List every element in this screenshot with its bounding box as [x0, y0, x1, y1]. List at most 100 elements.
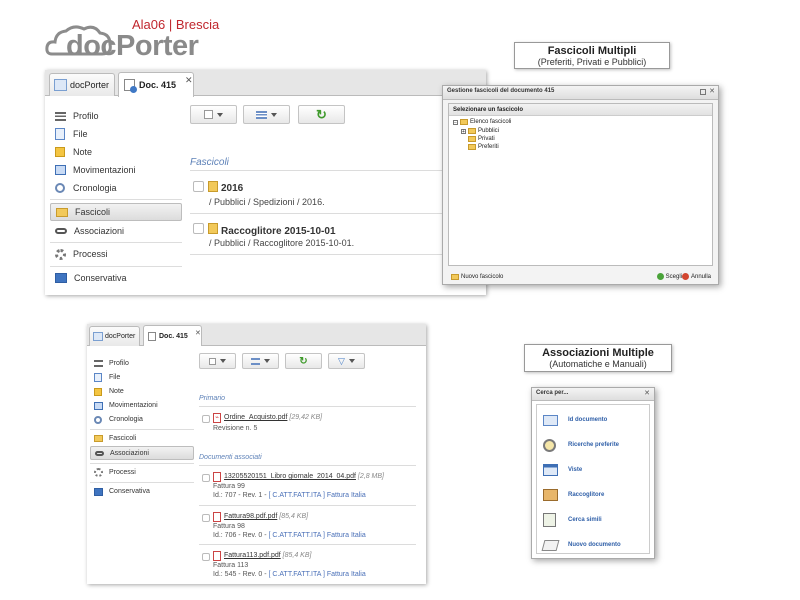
tab-docporter[interactable]: docPorter: [89, 326, 140, 346]
caption-subtitle: (Automatiche e Manuali): [549, 359, 647, 369]
associated-file-link[interactable]: Fattura98.pdf.pdf [85,4 KB]: [224, 513, 308, 520]
dialog-header: Selezionare un fascicolo: [449, 104, 712, 116]
refresh-icon: ↻: [299, 355, 308, 367]
checkbox-icon: [209, 357, 216, 365]
associated-file-link[interactable]: Fattura113.pdf.pdf [85,4 KB]: [224, 552, 311, 559]
sidebar-item-note[interactable]: Note: [90, 385, 194, 398]
sidebar-item-file[interactable]: File: [50, 126, 182, 142]
sidebar-item-cronologia[interactable]: Cronologia: [50, 180, 182, 196]
cerca-item-nuovo-documento[interactable]: Nuovo documento: [537, 536, 649, 554]
classification-link[interactable]: [ C.ATT.FATT.ITA ] Fattura Italia: [269, 492, 366, 499]
tree-root[interactable]: − Elenco fascicoli: [453, 119, 511, 125]
file-name[interactable]: Fattura98.pdf.pdf: [224, 513, 277, 520]
file-name[interactable]: 13205520151_Libro giornale_2014_04.pdf: [224, 473, 356, 480]
sidebar-item-note[interactable]: Note: [50, 144, 182, 160]
tree-node-pubblici[interactable]: + Pubblici: [461, 128, 499, 134]
sidebar-item-note-label: Note: [73, 147, 93, 157]
cancel-label: Annulla: [690, 273, 711, 280]
folder-icon: [468, 136, 476, 142]
sidebar-item-associazioni[interactable]: Associazioni: [90, 446, 194, 460]
sidebar-item-fascicoli[interactable]: Fascicoli: [50, 203, 182, 221]
filter-dropdown-button[interactable]: ▽: [328, 353, 365, 369]
sidebar-item-profilo[interactable]: Profilo: [90, 357, 194, 370]
maximize-icon[interactable]: [700, 89, 706, 95]
chevron-down-icon: [220, 359, 226, 363]
sidebar-item-movimentazioni[interactable]: Movimentazioni: [50, 162, 182, 178]
sidebar-item-file[interactable]: File: [90, 371, 194, 384]
tree-node-privati[interactable]: Privati: [468, 136, 495, 142]
sidebar-item-conservativa[interactable]: Conservativa: [90, 485, 194, 498]
dialog-panel: Selezionare un fascicolo − Elenco fascic…: [448, 103, 713, 266]
list-menu-button[interactable]: [242, 353, 279, 369]
tab-doc-415-label: Doc. 415: [139, 80, 177, 90]
cerca-item-cerca-simili[interactable]: Cerca simili: [537, 511, 649, 529]
sidebar-item-cronologia[interactable]: Cronologia: [90, 413, 194, 426]
classification-link[interactable]: [ C.ATT.FATT.ITA ] Fattura Italia: [269, 571, 366, 578]
file-name[interactable]: Fattura113.pdf.pdf: [224, 552, 281, 559]
pdf-file-icon: [213, 512, 221, 522]
item-checkbox[interactable]: [202, 514, 210, 522]
close-tab-icon[interactable]: ✕: [195, 329, 201, 337]
list-menu-button[interactable]: [243, 105, 290, 124]
tree-collapse-icon[interactable]: −: [453, 119, 458, 125]
top-tab-bar: docPorter Doc. 415 ✕: [45, 70, 486, 97]
item-checkbox[interactable]: [202, 474, 210, 482]
sidebar-item-processi[interactable]: Processi: [50, 246, 182, 262]
caption-associazioni-multiple: Associazioni Multiple (Automatiche e Man…: [524, 344, 672, 372]
sidebar-item-associazioni[interactable]: Associazioni: [50, 223, 182, 239]
document-name: Fattura 98: [213, 523, 245, 530]
tree-node-preferiti[interactable]: Preferiti: [468, 144, 499, 150]
folder-icon: [468, 128, 476, 134]
menu-lines-icon: [256, 110, 267, 119]
refresh-button[interactable]: ↻: [285, 353, 322, 369]
close-tab-icon[interactable]: ✕: [185, 75, 193, 86]
section-title-fascicoli: Fascicoli: [190, 157, 229, 168]
close-icon[interactable]: ✕: [709, 87, 715, 95]
primary-file-link[interactable]: Ordine_Acquisto.pdf [29,42 KB]: [224, 414, 322, 421]
classification-link[interactable]: [ C.ATT.FATT.ITA ] Fattura Italia: [269, 532, 366, 539]
sidebar-item-file-label: File: [109, 374, 121, 381]
sidebar-item-movimentazioni[interactable]: Movimentazioni: [90, 399, 194, 412]
sidebar-item-cronologia-label: Cronologia: [73, 183, 117, 193]
tab-doc-415[interactable]: Doc. 415: [143, 325, 202, 346]
cerca-item-label: Viste: [568, 467, 583, 473]
sidebar-item-processi-label: Processi: [73, 249, 108, 259]
select-dropdown-button[interactable]: [190, 105, 237, 124]
cerca-title: Cerca per...: [536, 390, 569, 396]
item-checkbox[interactable]: [193, 223, 204, 234]
item-checkbox[interactable]: [193, 181, 204, 192]
choose-button[interactable]: Scegli: [656, 273, 682, 280]
sidebar-item-profilo[interactable]: Profilo: [50, 108, 182, 124]
cerca-item-viste[interactable]: Viste: [537, 461, 649, 479]
windows-icon: [543, 464, 558, 476]
cerca-item-ricerche-preferite[interactable]: Ricerche preferite: [537, 436, 649, 454]
sidebar-item-processi[interactable]: Processi: [90, 466, 194, 479]
cerca-item-raccoglitore[interactable]: Raccoglitore: [537, 486, 649, 504]
book-icon: [94, 487, 103, 496]
cerca-item-label: Nuovo documento: [568, 542, 621, 548]
refresh-button[interactable]: ↻: [298, 105, 345, 124]
tree-expand-icon[interactable]: +: [461, 128, 466, 134]
item-title: 2016: [221, 183, 244, 194]
inbox-folder-icon: [543, 489, 558, 501]
item-checkbox[interactable]: [202, 415, 210, 423]
brand-logo-text: docPorter: [66, 30, 199, 62]
tree-node-label: Pubblici: [478, 128, 500, 134]
tab-docporter[interactable]: docPorter: [49, 73, 115, 96]
caption-title: Fascicoli Multipli: [547, 45, 637, 57]
bottom-sidebar: Profilo File Note Movimentazioni Cronolo…: [90, 356, 194, 536]
sidebar-item-fascicoli[interactable]: Fascicoli: [90, 432, 194, 445]
select-dropdown-button[interactable]: [199, 353, 236, 369]
tab-doc-415[interactable]: Doc. 415: [118, 72, 194, 97]
cerca-item-id-documento[interactable]: Id documento: [537, 411, 649, 429]
close-icon[interactable]: ✕: [644, 389, 650, 397]
sidebar-item-conservativa[interactable]: Conservativa: [50, 270, 182, 286]
file-size: [85,4 KB]: [279, 513, 309, 520]
movements-icon: [55, 165, 66, 175]
cancel-button[interactable]: Annulla: [681, 273, 711, 280]
primary-file-name[interactable]: Ordine_Acquisto.pdf: [224, 414, 287, 421]
new-folder-button[interactable]: Nuovo fascicolo: [451, 274, 503, 280]
item-checkbox[interactable]: [202, 553, 210, 561]
cerca-item-label: Cerca simili: [568, 517, 602, 523]
associated-file-link[interactable]: 13205520151_Libro giornale_2014_04.pdf […: [224, 473, 384, 480]
